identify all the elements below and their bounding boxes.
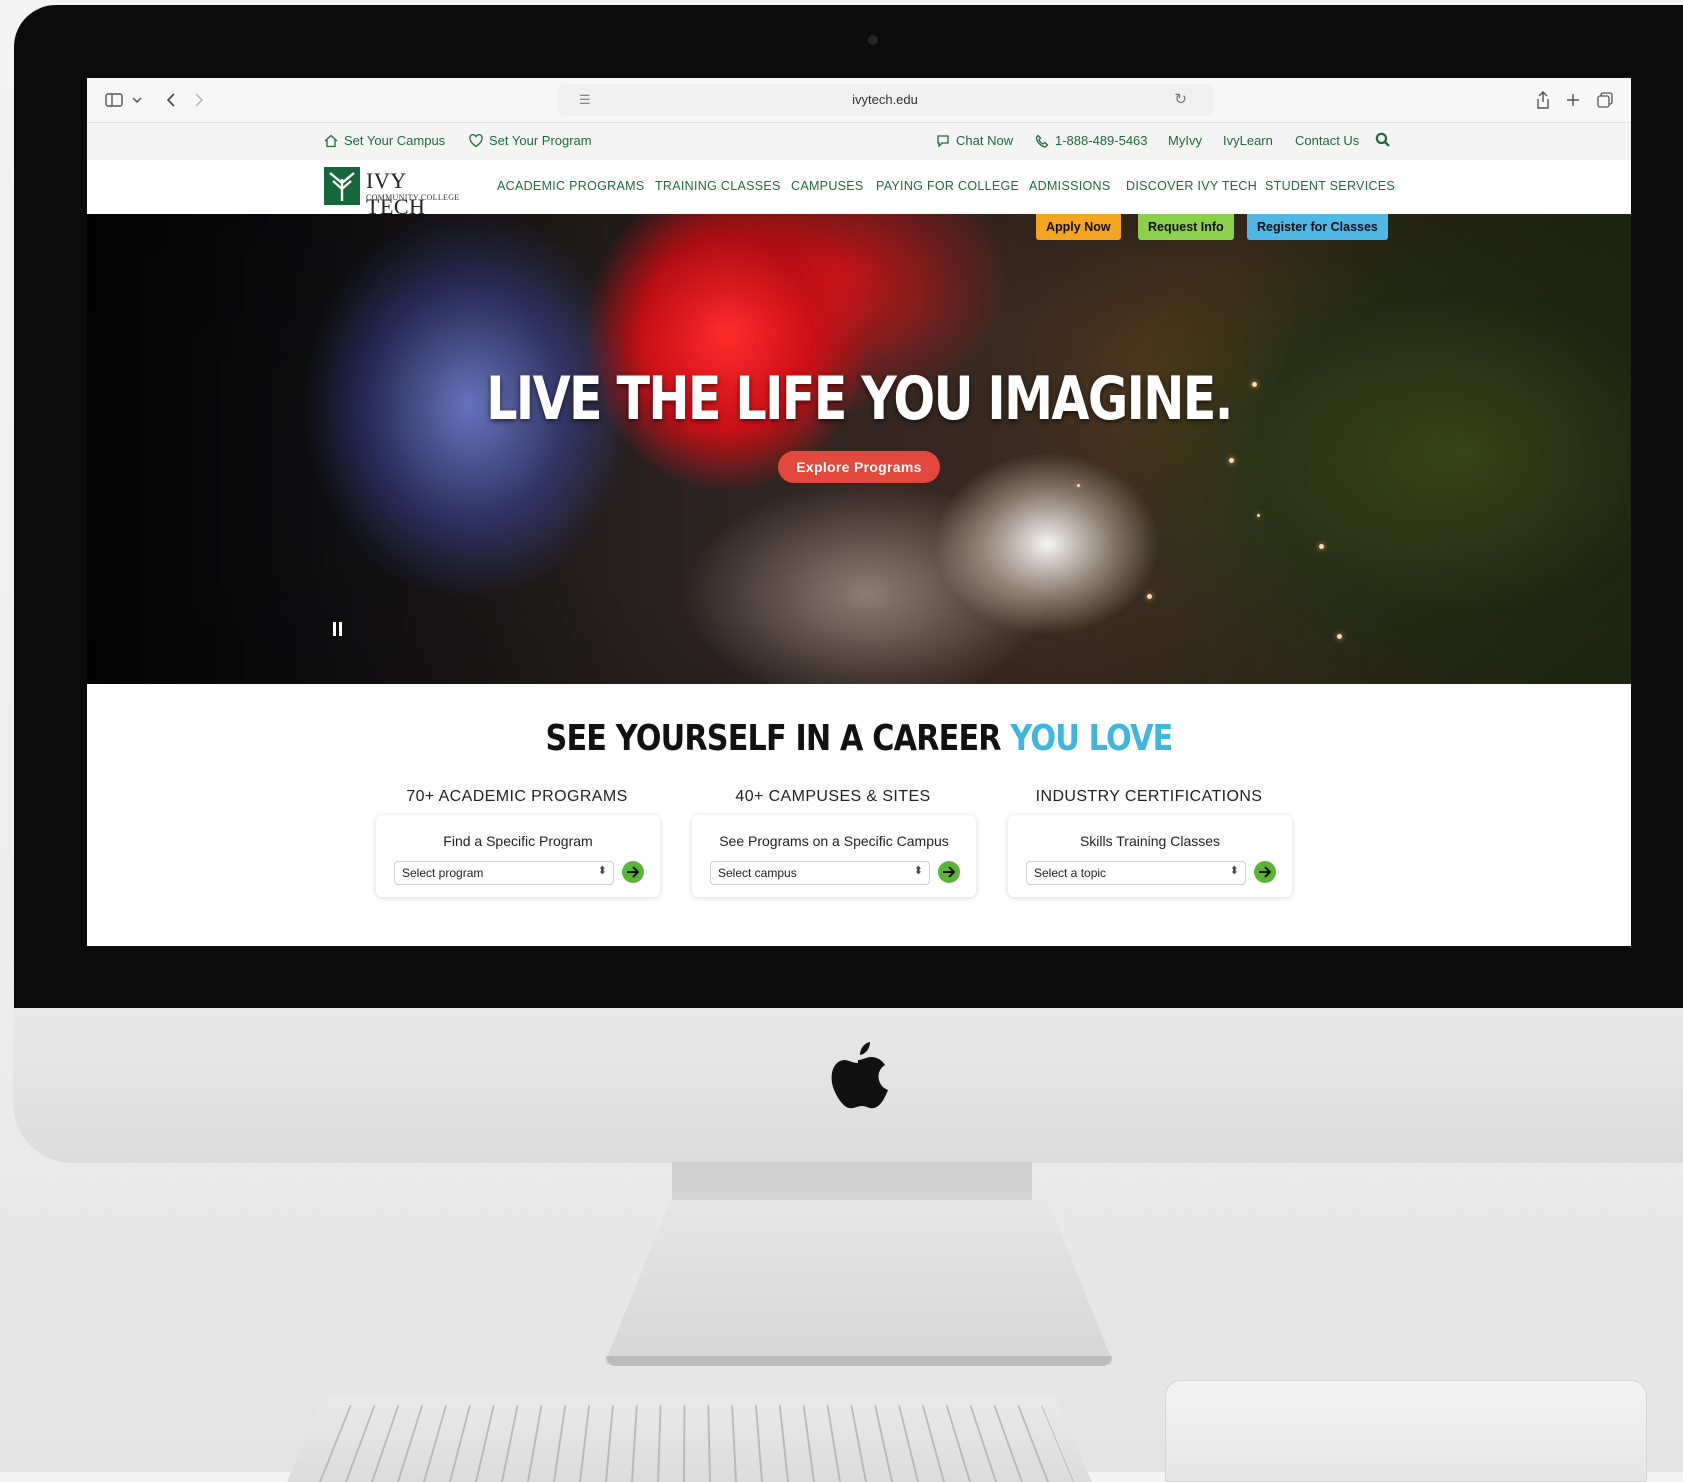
campus-select[interactable]: Select campus ⬍	[710, 861, 930, 885]
chevron-down-icon[interactable]	[129, 88, 145, 112]
program-finder-card: Find a Specific Program Select program ⬍	[376, 815, 660, 897]
nav-academic-programs[interactable]: ACADEMIC PROGRAMS	[497, 179, 644, 193]
ivylearn-link[interactable]: IvyLearn	[1223, 133, 1273, 148]
program-go-button[interactable]	[622, 861, 644, 883]
myivy-link[interactable]: MyIvy	[1168, 133, 1202, 148]
chat-now-label: Chat Now	[956, 133, 1014, 148]
request-info-button[interactable]: Request Info	[1138, 214, 1234, 240]
apple-logo-icon	[831, 1042, 888, 1109]
pause-icon[interactable]	[331, 622, 345, 638]
phone-icon	[1035, 134, 1049, 148]
campus-finder-label: See Programs on a Specific Campus	[719, 833, 949, 849]
arrow-right-icon	[943, 866, 956, 878]
topic-go-button[interactable]	[1254, 861, 1276, 883]
url-text: ivytech.edu	[852, 92, 918, 107]
career-heading-accent: YOU LOVE	[1010, 718, 1173, 759]
certifications-heading: INDUSTRY CERTIFICATIONS	[1035, 788, 1263, 805]
campus-select-value: Select campus	[718, 866, 797, 880]
chat-icon	[937, 134, 949, 148]
program-select-value: Select program	[402, 866, 484, 880]
updown-arrow-icon: ⬍	[597, 865, 607, 877]
main-nav: IVY TECH COMMUNITY COLLEGE ACADEMIC PROG…	[87, 160, 1631, 219]
plus-icon[interactable]	[1563, 88, 1583, 112]
chat-now-link[interactable]: Chat Now	[936, 133, 1013, 148]
arrow-right-icon	[1259, 866, 1272, 878]
utility-bar: Set Your Campus Set Your Program Chat No…	[87, 123, 1631, 160]
share-icon[interactable]	[1533, 88, 1553, 112]
programs-heading: 70+ ACADEMIC PROGRAMS	[406, 788, 628, 805]
program-finder-label: Find a Specific Program	[443, 833, 593, 849]
search-icon[interactable]	[1375, 132, 1390, 147]
set-program-link[interactable]: Set Your Program	[469, 133, 592, 148]
back-icon[interactable]	[161, 88, 181, 112]
topic-select[interactable]: Select a topic ⬍	[1026, 861, 1246, 885]
campus-go-button[interactable]	[938, 861, 960, 883]
set-campus-link[interactable]: Set Your Campus	[324, 133, 445, 148]
updown-arrow-icon: ⬍	[913, 865, 923, 877]
campuses-heading: 40+ CAMPUSES & SITES	[735, 788, 931, 805]
nav-training-classes[interactable]: TRAINING CLASSES	[655, 179, 781, 193]
nav-student-services[interactable]: STUDENT SERVICES	[1265, 179, 1395, 193]
address-bar[interactable]: ☰ ivytech.edu ↻	[557, 84, 1213, 116]
reload-icon[interactable]: ↻	[1174, 90, 1187, 108]
hero-banner: Apply Now Request Info Register for Clas…	[87, 214, 1631, 684]
topic-finder-label: Skills Training Classes	[1079, 833, 1221, 849]
nav-paying-for-college[interactable]: PAYING FOR COLLEGE	[876, 179, 1019, 193]
home-icon	[324, 134, 338, 147]
imac-stand	[604, 1200, 1114, 1365]
heart-icon	[469, 133, 483, 147]
ivy-tech-logo[interactable]: IVY TECH COMMUNITY COLLEGE	[324, 167, 468, 219]
contact-us-link[interactable]: Contact Us	[1295, 133, 1359, 148]
screen: ☰ ivytech.edu ↻ Set Your Campus Set Your…	[87, 78, 1631, 946]
browser-toolbar: ☰ ivytech.edu ↻	[87, 78, 1631, 123]
updown-arrow-icon: ⬍	[1229, 865, 1239, 877]
nav-campuses[interactable]: CAMPUSES	[791, 179, 864, 193]
ivy-leaf-icon	[324, 167, 360, 205]
topic-finder-card: Skills Training Classes Select a topic ⬍	[1008, 815, 1292, 897]
hero-title: LIVE THE LIFE YOU IMAGINE.	[486, 364, 1233, 434]
career-heading-main: SEE YOURSELF IN A CAREER	[545, 718, 1011, 759]
career-heading: SEE YOURSELF IN A CAREER YOU LOVE	[211, 718, 1508, 759]
phone-label: 1-888-489-5463	[1055, 133, 1148, 148]
program-select[interactable]: Select program ⬍	[394, 861, 614, 885]
apply-now-button[interactable]: Apply Now	[1036, 214, 1121, 240]
keyboard	[287, 1395, 1092, 1482]
camera	[868, 35, 878, 45]
register-for-classes-button[interactable]: Register for Classes	[1247, 214, 1388, 240]
phone-link[interactable]: 1-888-489-5463	[1035, 133, 1148, 148]
arrow-right-icon	[627, 866, 640, 878]
set-program-label: Set Your Program	[489, 133, 592, 148]
campus-finder-card: See Programs on a Specific Campus Select…	[692, 815, 976, 897]
forward-icon[interactable]	[189, 88, 209, 112]
stand-edge	[606, 1356, 1112, 1366]
topic-select-value: Select a topic	[1034, 866, 1107, 880]
sidebar-icon[interactable]	[103, 88, 125, 112]
tabs-icon[interactable]	[1595, 88, 1615, 112]
explore-programs-button[interactable]: Explore Programs	[778, 451, 940, 483]
logo-subtitle: COMMUNITY COLLEGE	[366, 193, 460, 202]
set-campus-label: Set Your Campus	[344, 133, 446, 148]
trackpad	[1165, 1380, 1647, 1482]
nav-discover-ivy-tech[interactable]: DISCOVER IVY TECH	[1126, 179, 1257, 193]
nav-admissions[interactable]: ADMISSIONS	[1029, 179, 1111, 193]
